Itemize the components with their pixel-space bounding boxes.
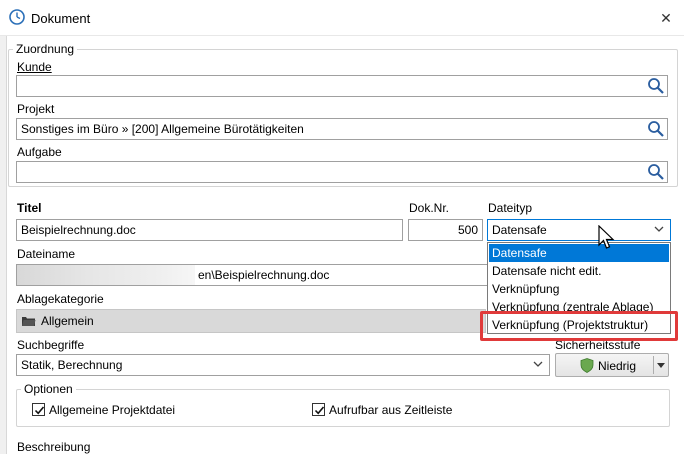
- suchbegriffe-select[interactable]: Statik, Berechnung: [16, 354, 550, 376]
- close-icon[interactable]: ✕: [654, 6, 678, 30]
- dateiname-label: Dateiname: [17, 247, 76, 261]
- kunde-label: Kunde: [17, 60, 52, 74]
- chevron-down-icon: [654, 226, 664, 232]
- doknr-input[interactable]: 500: [408, 219, 483, 241]
- kunde-input[interactable]: [16, 75, 668, 97]
- search-icon[interactable]: [647, 120, 665, 138]
- allgemeine-label[interactable]: Allgemeine Projektdatei: [49, 403, 175, 417]
- allgemeine-checkbox[interactable]: [32, 403, 45, 416]
- dateityp-option[interactable]: Datensafe: [489, 244, 669, 262]
- search-icon[interactable]: [647, 77, 665, 95]
- sicherheitsstufe-value: Niedrig: [598, 359, 637, 373]
- doknr-label: Dok.Nr.: [409, 201, 450, 215]
- suchbegriffe-label: Suchbegriffe: [17, 338, 85, 352]
- sicherheitsstufe-button[interactable]: Niedrig: [555, 353, 669, 377]
- chevron-down-icon: [533, 361, 543, 367]
- beschreibung-label: Beschreibung: [17, 440, 91, 454]
- title-bar: Dokument ✕: [0, 0, 684, 36]
- aufgabe-input[interactable]: [16, 161, 668, 183]
- aufrufbar-checkbox[interactable]: [312, 403, 325, 416]
- ablagekategorie-value: Allgemein: [41, 314, 94, 328]
- ablagekategorie-label: Ablagekategorie: [17, 292, 104, 306]
- titel-label: Titel: [17, 201, 42, 215]
- search-icon[interactable]: [647, 163, 665, 181]
- folder-icon: [22, 317, 36, 326]
- projekt-input[interactable]: Sonstiges im Büro » [200] Allgemeine Bür…: [16, 118, 668, 140]
- ablagekategorie-bar[interactable]: Allgemein: [16, 309, 486, 333]
- clock-icon: [9, 9, 25, 25]
- dateityp-label: Dateityp: [488, 201, 533, 215]
- dateityp-option[interactable]: Verknüpfung: [489, 280, 669, 298]
- projekt-label: Projekt: [17, 102, 55, 116]
- checkmark-icon: [34, 406, 45, 415]
- window-edge: [0, 36, 7, 454]
- aufrufbar-label[interactable]: Aufrufbar aus Zeitleiste: [329, 403, 452, 417]
- dateityp-option[interactable]: Datensafe nicht edit.: [489, 262, 669, 280]
- zuordnung-legend: Zuordnung: [13, 42, 78, 56]
- checkmark-icon: [314, 406, 325, 415]
- dateityp-select[interactable]: Datensafe: [487, 219, 671, 241]
- shield-icon: [580, 358, 594, 373]
- redacted-path: [17, 265, 195, 285]
- mouse-cursor-icon: [598, 225, 615, 249]
- dateityp-selected: Datensafe: [492, 223, 547, 237]
- window-title: Dokument: [31, 11, 91, 26]
- dropdown-arrow-icon[interactable]: [657, 363, 665, 368]
- optionen-legend: Optionen: [21, 382, 76, 396]
- split-divider: [653, 356, 654, 374]
- highlight-annotation: [480, 311, 678, 341]
- titel-input[interactable]: Beispielrechnung.doc: [16, 219, 403, 241]
- aufgabe-label: Aufgabe: [17, 145, 62, 159]
